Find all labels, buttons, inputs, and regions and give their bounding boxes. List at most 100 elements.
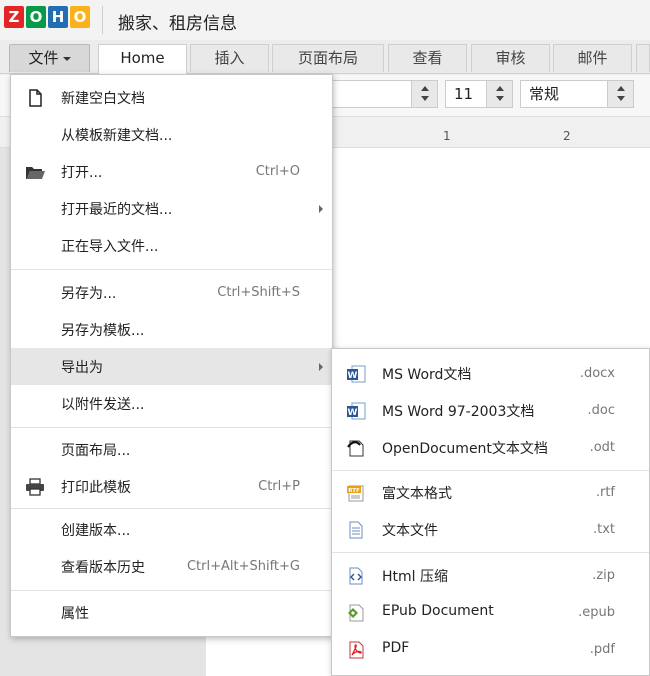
menu-item-label: 导出为: [61, 360, 103, 376]
menu-item-label: 从模板新建文档...: [61, 128, 173, 144]
menu-item-label: 正在导入文件...: [61, 239, 159, 255]
tab-view[interactable]: 查看: [388, 44, 467, 72]
export-item-ext: .doc: [587, 403, 616, 418]
document-title[interactable]: 搬家、租房信息: [118, 9, 237, 34]
export-odt[interactable]: OpenDocument文本文档 .odt: [332, 429, 649, 466]
word-doc-icon: W: [347, 365, 366, 383]
menu-item-print[interactable]: 打印此模板 Ctrl+P: [11, 468, 332, 505]
epub-file-icon: [348, 604, 364, 622]
ribbon-tabs: 文件 Home 插入 页面布局 查看 审核 邮件: [0, 40, 650, 74]
menu-item-label: 属性: [61, 606, 89, 622]
svg-text:RTF: RTF: [348, 488, 360, 494]
export-item-ext: .docx: [579, 366, 615, 381]
zoho-logo[interactable]: Z O H O: [4, 6, 90, 32]
export-doc[interactable]: W MS Word 97-2003文档 .doc: [332, 392, 649, 429]
ruler-mark: 2: [563, 129, 571, 143]
export-item-ext: .epub: [578, 605, 615, 620]
header-divider: [102, 6, 103, 34]
export-item-label: 富文本格式: [382, 486, 452, 502]
spin-icon[interactable]: [607, 81, 633, 107]
menu-item-export-as[interactable]: 导出为: [11, 348, 332, 385]
paragraph-style-select[interactable]: 常规: [520, 80, 634, 108]
logo-letter: O: [70, 6, 90, 28]
export-item-label: MS Word文档: [382, 367, 472, 383]
menu-item-label: 查看版本历史: [61, 560, 145, 576]
tab-more[interactable]: [636, 44, 650, 72]
export-docx[interactable]: W MS Word文档 .docx: [332, 355, 649, 392]
menu-item-properties[interactable]: 属性: [11, 594, 332, 631]
tab-page-layout[interactable]: 页面布局: [272, 44, 384, 72]
font-size-select[interactable]: 11: [445, 80, 513, 108]
menu-item-label: 新建空白文档: [61, 91, 145, 107]
export-pdf[interactable]: PDF .pdf: [332, 631, 649, 668]
menu-item-label: 创建版本...: [61, 523, 131, 539]
logo-letter: O: [26, 6, 46, 28]
svg-text:W: W: [348, 371, 358, 381]
export-item-label: Html 压缩: [382, 569, 448, 585]
menu-divider: [11, 269, 332, 270]
tab-insert[interactable]: 插入: [190, 44, 269, 72]
menu-item-shortcut: Ctrl+O: [255, 164, 300, 179]
menu-item-version-history[interactable]: 查看版本历史 Ctrl+Alt+Shift+G: [11, 548, 332, 585]
chevron-right-icon: [319, 363, 323, 371]
export-item-ext: .zip: [592, 568, 615, 583]
tab-home[interactable]: Home: [98, 44, 187, 74]
menu-item-open[interactable]: 打开... Ctrl+O: [11, 153, 332, 190]
menu-item-send-as-attachment[interactable]: 以附件发送...: [11, 385, 332, 422]
menu-item-shortcut: Ctrl+P: [258, 479, 300, 494]
odt-doc-icon: [347, 440, 364, 457]
rtf-doc-icon: RTF: [347, 485, 364, 502]
menu-divider: [332, 552, 649, 553]
menu-item-save-as-template[interactable]: 另存为模板...: [11, 311, 332, 348]
export-item-ext: .odt: [589, 440, 615, 455]
menu-item-new-from-template[interactable]: 从模板新建文档...: [11, 116, 332, 153]
menu-item-label: 以附件发送...: [61, 397, 145, 413]
font-size-value: 11: [454, 85, 474, 103]
menu-item-save-as[interactable]: 另存为... Ctrl+Shift+S: [11, 274, 332, 311]
pdf-file-icon: [349, 641, 364, 659]
new-document-icon: [29, 89, 42, 107]
printer-icon: [26, 478, 44, 496]
menu-item-label: 打开...: [61, 165, 103, 181]
menu-item-label: 另存为模板...: [61, 323, 145, 339]
spin-icon[interactable]: [486, 81, 512, 107]
text-file-icon: [349, 521, 363, 539]
export-item-label: MS Word 97-2003文档: [382, 404, 535, 420]
menu-item-label: 另存为...: [61, 286, 117, 302]
export-submenu: W MS Word文档 .docx W MS Word 97-2003文档 .d…: [331, 348, 650, 676]
logo-letter: Z: [4, 6, 24, 28]
export-epub[interactable]: EPub Document .epub: [332, 594, 649, 631]
menu-divider: [11, 590, 332, 591]
svg-text:W: W: [348, 408, 358, 418]
file-menu: 新建空白文档 从模板新建文档... 打开... Ctrl+O 打开最近的文档..…: [10, 74, 333, 637]
menu-divider: [332, 470, 649, 471]
menu-item-importing[interactable]: 正在导入文件...: [11, 227, 332, 264]
tab-file[interactable]: 文件: [9, 44, 90, 72]
menu-item-new-blank[interactable]: 新建空白文档: [11, 79, 332, 116]
html-file-icon: [349, 567, 363, 585]
ruler-ticks: [330, 136, 650, 138]
export-item-label: OpenDocument文本文档: [382, 441, 548, 457]
export-item-label: PDF: [382, 640, 410, 656]
tab-review[interactable]: 审核: [471, 44, 550, 72]
tab-file-label: 文件: [28, 49, 59, 67]
menu-item-create-version[interactable]: 创建版本...: [11, 511, 332, 548]
export-html-zip[interactable]: Html 压缩 .zip: [332, 557, 649, 594]
logo-letter: H: [48, 6, 68, 28]
menu-item-page-layout[interactable]: 页面布局...: [11, 431, 332, 468]
export-rtf[interactable]: RTF 富文本格式 .rtf: [332, 474, 649, 511]
menu-item-open-recent[interactable]: 打开最近的文档...: [11, 190, 332, 227]
spin-icon[interactable]: [411, 81, 437, 107]
export-txt[interactable]: 文本文件 .txt: [332, 511, 649, 548]
tab-mail[interactable]: 邮件: [553, 44, 632, 72]
export-item-ext: .rtf: [595, 485, 615, 500]
menu-item-shortcut: Ctrl+Alt+Shift+G: [186, 559, 300, 574]
menu-divider: [11, 427, 332, 428]
word-doc-icon: W: [347, 402, 366, 420]
menu-item-label: 打印此模板: [61, 480, 131, 496]
ruler-mark: 1: [443, 129, 451, 143]
folder-open-icon: [26, 167, 45, 179]
menu-item-label: 打开最近的文档...: [61, 202, 173, 218]
style-value: 常规: [529, 85, 560, 103]
export-item-label: 文本文件: [382, 523, 438, 539]
